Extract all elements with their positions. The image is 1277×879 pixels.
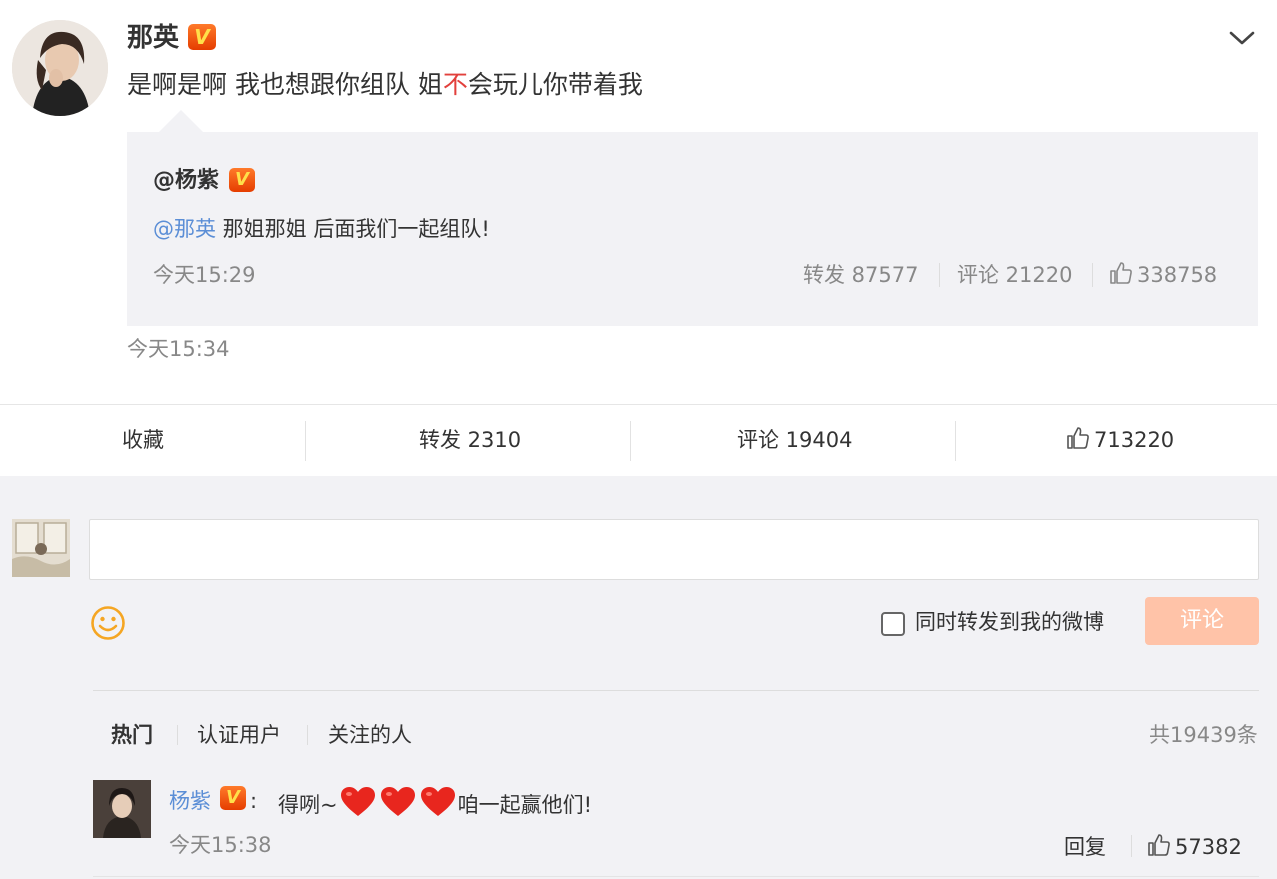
smiley-icon[interactable] xyxy=(90,605,126,641)
post-text-part: 是啊是啊 我也想跟你组队 姐 xyxy=(127,70,443,99)
like-button[interactable]: 713220 xyxy=(1066,425,1174,455)
also-forward-checkbox[interactable] xyxy=(881,612,905,636)
repost-comment-count[interactable]: 评论 21220 xyxy=(957,260,1072,290)
forward-button[interactable]: 转发 2310 xyxy=(419,425,521,455)
favorite-button[interactable]: 收藏 xyxy=(122,425,164,455)
heart-icon xyxy=(420,787,455,816)
comment-text: 得咧~ 咱一起赢他们! xyxy=(278,786,592,820)
repost-time[interactable]: 今天15:29 xyxy=(153,260,256,290)
thumbs-up-icon xyxy=(1110,262,1132,284)
divider xyxy=(1092,263,1093,287)
heart-icon xyxy=(340,787,375,816)
commenter-avatar[interactable] xyxy=(93,780,151,838)
comment-button[interactable]: 评论 19404 xyxy=(737,425,852,455)
submit-comment-button[interactable]: 评论 xyxy=(1145,597,1259,645)
mention-link[interactable]: @那英 xyxy=(153,217,216,241)
author-avatar[interactable] xyxy=(12,20,108,116)
verified-v-icon: V xyxy=(229,168,255,192)
divider xyxy=(955,421,956,461)
author-name[interactable]: 那英 xyxy=(127,21,179,55)
like-count: 713220 xyxy=(1094,428,1175,452)
comment-time[interactable]: 今天15:38 xyxy=(169,830,272,860)
divider xyxy=(305,421,306,461)
thumbs-up-icon xyxy=(1148,834,1170,856)
commenter-name[interactable]: 杨紫 xyxy=(169,786,211,816)
tab-verified-users[interactable]: 认证用户 xyxy=(197,720,281,750)
comment-input[interactable] xyxy=(89,519,1259,580)
divider xyxy=(630,421,631,461)
weibo-post: 那英 V 是啊是啊 我也想跟你组队 姐不会玩儿你带着我 @杨紫 V @那英 那姐… xyxy=(0,0,1277,404)
divider xyxy=(177,725,178,745)
repost-pointer xyxy=(159,110,203,132)
post-text-highlight: 不 xyxy=(442,70,468,99)
repost-text-body: 那姐那姐 后面我们一起组队! xyxy=(216,217,490,241)
repost-like-count: 338758 xyxy=(1137,263,1218,287)
post-text: 是啊是啊 我也想跟你组队 姐不会玩儿你带着我 xyxy=(127,68,643,102)
thumbs-up-icon xyxy=(1067,427,1089,449)
comment-text-part: 咱一起赢他们! xyxy=(457,793,593,817)
also-forward-label[interactable]: 同时转发到我的微博 xyxy=(915,607,1104,637)
divider xyxy=(1131,835,1132,857)
repost-forward-count[interactable]: 转发 87577 xyxy=(803,260,918,290)
comment-total: 共19439条 xyxy=(1149,723,1258,747)
my-avatar[interactable] xyxy=(12,519,70,577)
comment-text-part: 得咧~ xyxy=(278,793,338,817)
action-bar: 收藏 转发 2310 评论 19404 713220 xyxy=(0,404,1277,476)
repost-like-button[interactable]: 338758 xyxy=(1109,260,1217,290)
comment-like-count: 57382 xyxy=(1175,835,1242,859)
divider xyxy=(939,263,940,287)
divider xyxy=(93,690,1259,691)
repost-author[interactable]: @杨紫 xyxy=(153,166,219,196)
tab-following[interactable]: 关注的人 xyxy=(328,720,412,750)
colon: : xyxy=(250,789,258,813)
post-time[interactable]: 今天15:34 xyxy=(127,334,230,364)
repost-text: @那英 那姐那姐 后面我们一起组队! xyxy=(153,214,490,244)
divider xyxy=(307,725,308,745)
hearts xyxy=(338,787,458,817)
verified-v-icon: V xyxy=(220,786,246,810)
verified-v-icon: V xyxy=(188,24,216,50)
chevron-down-icon[interactable] xyxy=(1228,26,1256,50)
reposted-card[interactable]: @杨紫 V @那英 那姐那姐 后面我们一起组队! 今天15:29 转发 8757… xyxy=(127,132,1258,326)
comment-like-button[interactable]: 57382 xyxy=(1147,832,1242,862)
heart-icon xyxy=(380,787,415,816)
divider xyxy=(93,876,1259,877)
post-text-part: 会玩儿你带着我 xyxy=(467,70,643,99)
reply-button[interactable]: 回复 xyxy=(1064,832,1106,862)
tab-hot[interactable]: 热门 xyxy=(111,720,153,750)
